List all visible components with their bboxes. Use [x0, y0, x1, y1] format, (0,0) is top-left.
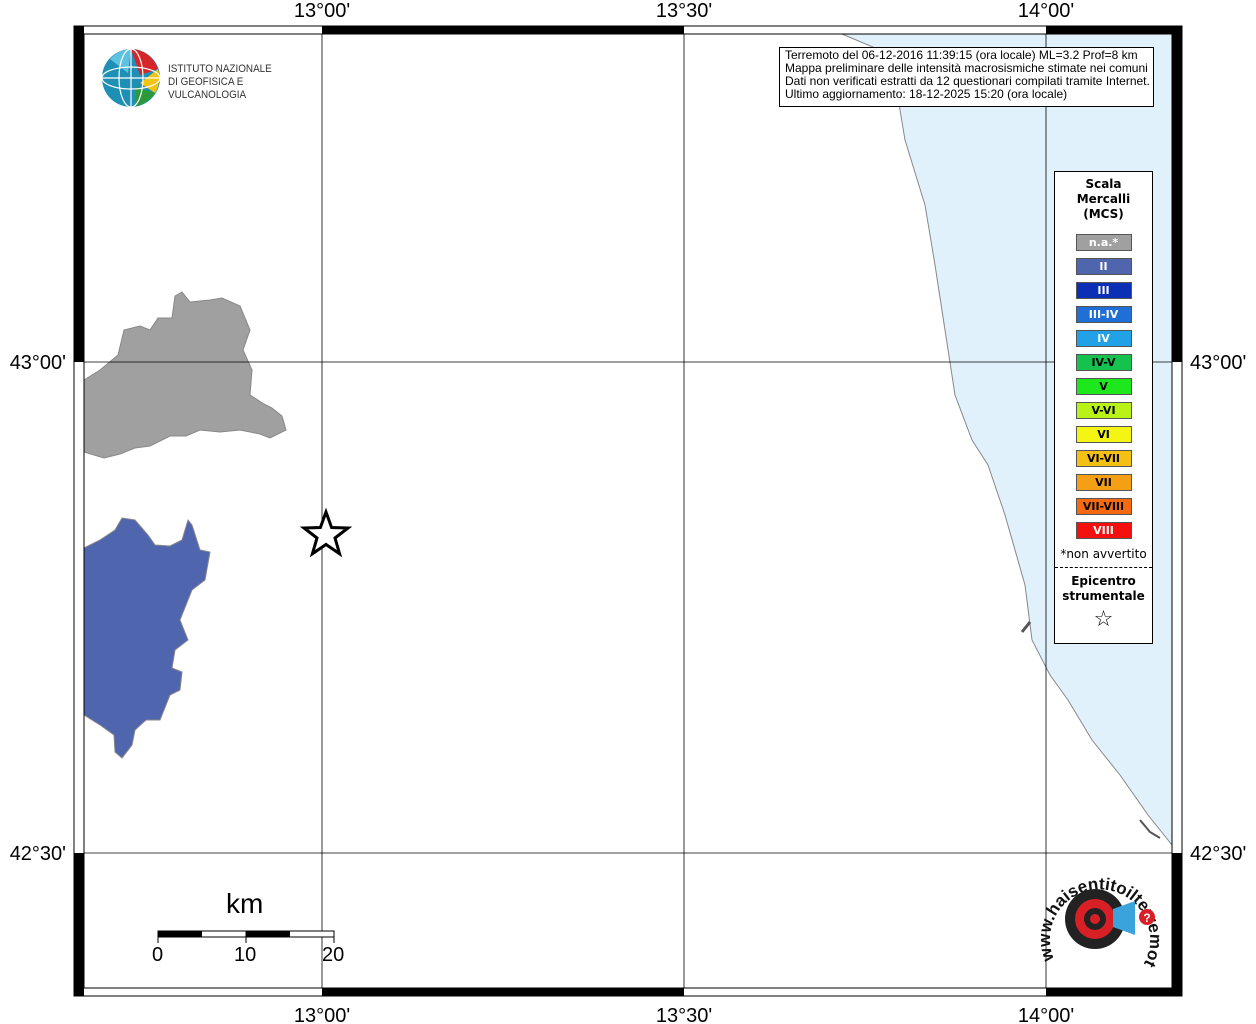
legend-item: IV	[1075, 330, 1132, 347]
scale-tick-label: 10	[234, 944, 257, 966]
legend-item: III	[1075, 282, 1132, 299]
legend-epicenter-line: Epicentro	[1071, 574, 1136, 588]
scale-unit: km	[226, 888, 264, 919]
scale-bar	[157, 930, 335, 943]
ingv-globe-icon	[101, 48, 161, 108]
lon-label-top: 13°30'	[656, 0, 712, 22]
legend-item: VI-VII	[1075, 450, 1132, 467]
legend-title-line: Scala	[1085, 177, 1122, 191]
legend-note: *non avvertito	[1060, 547, 1147, 561]
legend-item: VII-VIII	[1075, 498, 1132, 515]
event-info-line: Ultimo aggiornamento: 18-12-2025 15:20 (…	[785, 87, 1068, 101]
scale-tick-label: 0	[152, 944, 164, 966]
legend-item: III-IV	[1075, 306, 1132, 323]
legend-item: n.a.*	[1075, 234, 1132, 251]
event-info-box: Terremoto del 06-12-2016 11:39:15 (ora l…	[779, 47, 1154, 107]
legend-epicenter-label: Epicentro strumentale	[1055, 574, 1152, 604]
lat-label-left: 42°30'	[10, 843, 66, 865]
municipality-not-felt	[83, 291, 287, 459]
coast-detail	[1020, 621, 1032, 633]
haisentito-logo: www.haisentitoilterremoto.it ?	[1030, 840, 1165, 985]
lat-label-right: 42°30'	[1190, 843, 1246, 865]
legend-item: VIII	[1075, 522, 1132, 539]
legend-item: II	[1075, 258, 1132, 275]
ingv-logo: ISTITUTO NAZIONALE DI GEOFISICA E VULCAN…	[100, 47, 320, 109]
lon-label-bottom: 13°00'	[294, 1005, 350, 1024]
legend-title: Scala Mercalli (MCS)	[1055, 177, 1152, 222]
lon-label-top: 14°00'	[1018, 0, 1074, 22]
mcs-legend: Scala Mercalli (MCS) n.a.* II III III-IV IV I…	[1054, 171, 1153, 644]
legend-epicenter-line: strumentale	[1062, 589, 1145, 603]
epicenter-star-icon	[299, 507, 353, 558]
question-mark: ?	[1143, 911, 1150, 925]
logo-line-2: DI GEOFISICA E VULCANOLOGIA	[168, 76, 247, 101]
lat-label-right: 43°00'	[1190, 352, 1246, 374]
legend-separator	[1055, 567, 1152, 568]
municipality-intensity-ii	[83, 517, 211, 759]
legend-item: V	[1075, 378, 1132, 395]
lon-label-bottom: 13°30'	[656, 1005, 712, 1024]
legend-item: IV-V	[1075, 354, 1132, 371]
lon-label-top: 13°00'	[294, 0, 350, 22]
legend-title-line: Mercalli	[1076, 192, 1131, 206]
legend-item: VI	[1075, 426, 1132, 443]
legend-item: VII	[1075, 474, 1132, 491]
scale-tick-label: 20	[322, 944, 345, 966]
legend-title-line: (MCS)	[1083, 207, 1124, 221]
legend-items: n.a.* II III III-IV IV IV-V V V-VI VI VI-VII VII VI…	[1055, 234, 1152, 539]
lon-label-bottom: 14°00'	[1018, 1005, 1074, 1024]
lat-label-left: 43°00'	[10, 352, 66, 374]
legend-star-icon: ☆	[1093, 607, 1114, 632]
legend-item: V-VI	[1075, 402, 1132, 419]
logo-line-1: ISTITUTO NAZIONALE	[168, 63, 272, 75]
